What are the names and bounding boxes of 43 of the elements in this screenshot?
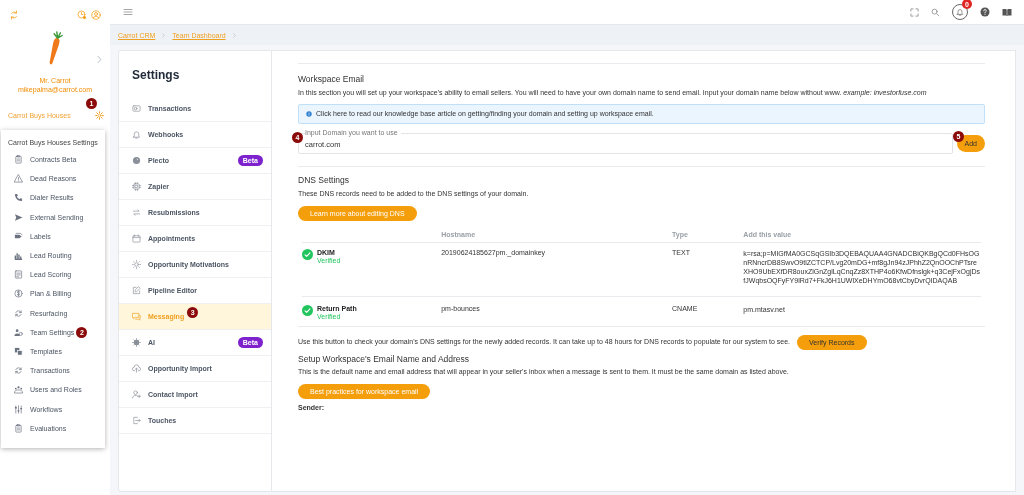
chip-icon [132,182,141,191]
paper-plane-icon [14,212,23,222]
chevron-right-icon [161,32,167,38]
settings-title: Settings [132,68,181,82]
add-user-icon [132,390,141,399]
swap-arrows-icon [132,208,141,217]
warning-icon [14,174,23,184]
chat-icon [132,312,141,321]
info-icon [306,110,312,117]
section-title: Setup Workspace's Email Name and Address [298,354,471,364]
refresh-icon [14,308,23,318]
card-icon [132,104,141,113]
circle-icon [132,156,141,165]
chip-icon [132,338,141,347]
fullscreen-icon[interactable] [910,7,919,17]
chevron-right-icon[interactable] [95,55,104,64]
clock-user-icon[interactable] [77,10,87,20]
phone-icon [14,193,23,203]
edit-icon [132,286,141,295]
calendar-icon [132,234,141,243]
sliders-icon [14,404,23,414]
copy-icon [14,346,23,356]
dollar-icon [14,289,23,299]
bell-icon [132,130,141,139]
book-icon[interactable] [1002,7,1012,17]
bell-icon [956,8,964,16]
document-icon [14,270,23,280]
bar-chart-icon [14,251,23,261]
cloud-upload-icon [132,364,141,373]
search-icon[interactable] [931,7,940,17]
section-title: Workspace Email [298,74,365,84]
chevron-right-icon [231,32,237,38]
user-circle-icon[interactable] [91,10,101,20]
clipboard-icon [14,423,23,433]
help-icon[interactable] [980,7,990,17]
clipboard-icon [14,155,23,165]
exit-icon [132,416,141,425]
tag-icon [14,231,23,241]
lightbulb-icon [132,260,141,269]
refresh-icon [14,366,23,376]
menu-icon[interactable] [123,7,133,17]
settings-icon[interactable] [95,111,104,120]
section-title: DNS Settings [298,174,351,185]
